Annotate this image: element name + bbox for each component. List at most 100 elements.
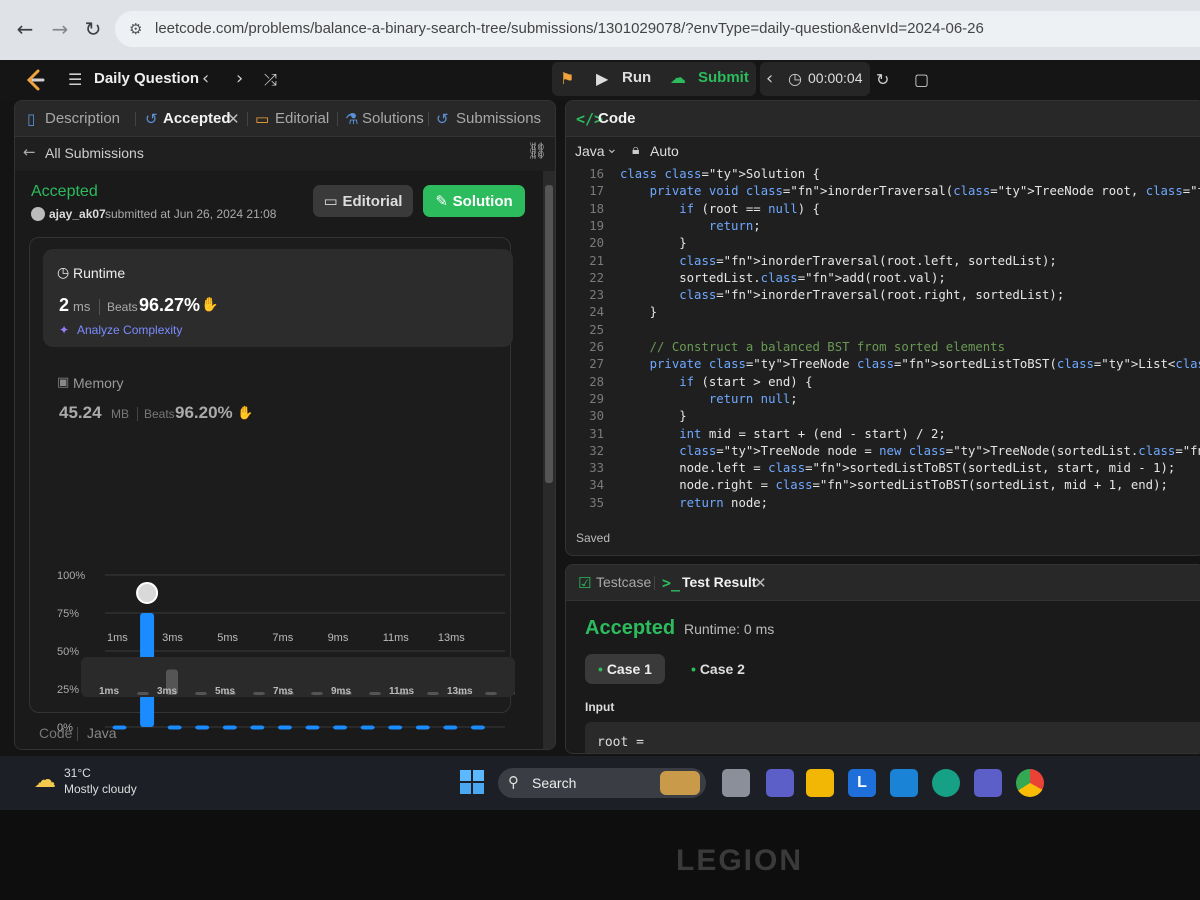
share-link-icon[interactable]: ⛓ (527, 141, 547, 160)
mail-icon[interactable] (890, 769, 918, 797)
minimap-tick-label: 13ms (447, 686, 473, 697)
list-icon[interactable]: ☰ (68, 70, 82, 89)
chart-bar[interactable] (277, 725, 292, 730)
language-select[interactable]: Java (575, 143, 605, 159)
leetcode-logo-icon[interactable] (24, 68, 46, 92)
scrollbar-thumb[interactable] (545, 185, 553, 483)
x-tick-label: 7ms (272, 632, 294, 644)
close-tab-icon[interactable]: ✕ (754, 574, 767, 592)
timer-display[interactable]: 00:00:04 (808, 70, 863, 86)
run-button[interactable]: Run (622, 69, 651, 86)
chart-bar[interactable] (333, 725, 348, 730)
line-number: 31 (589, 426, 604, 441)
back-arrow-icon[interactable]: ← (10, 14, 40, 44)
minimap-bar (137, 692, 149, 695)
task-view-icon[interactable] (722, 769, 750, 797)
forward-arrow-icon[interactable]: → (45, 14, 75, 44)
clock-icon: ◷ (57, 265, 70, 281)
y-tick-label: 25% (57, 684, 79, 696)
chart-bar[interactable] (388, 725, 403, 730)
weather-temp[interactable]: 31°C (64, 766, 91, 780)
minimap-bar (253, 692, 265, 695)
tab-testcase[interactable]: Testcase (596, 574, 651, 590)
edge-browser-icon[interactable] (932, 769, 960, 797)
clock-icon: ◷ (788, 69, 802, 88)
collapse-timer-icon[interactable]: ‹ (766, 68, 773, 89)
chart-bar[interactable] (443, 725, 458, 730)
case-2-tab[interactable]: • Case 2 (678, 654, 758, 684)
teams-chat-icon[interactable] (766, 769, 794, 797)
next-problem-icon[interactable]: › (236, 68, 243, 89)
y-tick-label: 50% (57, 646, 79, 658)
windows-start-icon[interactable] (460, 770, 484, 794)
shuffle-icon[interactable]: ⤮ (264, 70, 277, 90)
back-arrow-icon[interactable]: ← (23, 143, 36, 161)
line-text: // Construct a balanced BST from sorted … (620, 340, 1005, 354)
runtime-distribution-chart[interactable]: 100%75%50%25%0% (55, 561, 515, 731)
avatar[interactable] (31, 207, 45, 221)
chart-bar[interactable] (305, 725, 320, 730)
tab-code[interactable]: Code (598, 110, 636, 127)
user-position-marker[interactable] (136, 582, 159, 604)
file-explorer-icon[interactable] (806, 769, 834, 797)
tab-submissions[interactable]: Submissions (456, 110, 541, 127)
runtime-card[interactable]: ◷ Runtime 2 ms Beats 96.27% ✋ ✦ Analyze … (43, 249, 513, 347)
line-number: 27 (589, 357, 604, 372)
memory-beats-label: Beats (144, 407, 175, 421)
code-editor-panel: </> Code Java ⌄ 🔒︎ Auto 16 class class="t… (565, 100, 1200, 556)
lenovo-app-icon[interactable]: L (848, 769, 876, 797)
line-text: return; (708, 218, 761, 233)
case-2-label: Case 2 (699, 661, 745, 677)
site-info-icon[interactable]: ⚙ (129, 20, 142, 38)
scrollbar-track[interactable] (543, 171, 555, 749)
tab-accepted[interactable]: Accepted (163, 110, 231, 127)
description-icon: ▯ (27, 110, 36, 128)
taskbar-search[interactable]: ⚲ Search (498, 768, 706, 798)
minimap-tick-label: 7ms (273, 686, 293, 697)
prev-problem-icon[interactable]: ‹ (202, 68, 209, 89)
solution-button-label: Solution (452, 193, 513, 210)
problem-list-title[interactable]: Daily Question (94, 70, 199, 87)
chart-bar[interactable] (250, 725, 265, 730)
weather-desc[interactable]: Mostly cloudy (64, 782, 137, 796)
all-submissions-link[interactable]: All Submissions (45, 145, 144, 161)
tab-test-result[interactable]: Test Result (682, 574, 756, 590)
chart-bar[interactable] (222, 725, 237, 730)
sparkle-icon: ✦ (59, 323, 70, 337)
tab-solutions[interactable]: Solutions (362, 110, 424, 127)
teams-icon[interactable] (974, 769, 1002, 797)
analyze-complexity-link[interactable]: Analyze Complexity (77, 323, 182, 337)
chart-bar[interactable] (195, 725, 210, 730)
submit-button[interactable]: Submit (698, 69, 749, 86)
book-icon: ▭ (323, 192, 343, 210)
line-text: private class="ty">TreeNode class="fn">s… (649, 357, 1200, 372)
reload-icon[interactable]: ↻ (78, 14, 108, 44)
minimap-tick-label: 3ms (157, 686, 177, 697)
submitted-time: submitted at Jun 26, 2024 21:08 (105, 207, 277, 221)
chart-bar[interactable] (470, 725, 485, 730)
notes-icon[interactable]: ▢ (914, 70, 929, 89)
editorial-button[interactable]: ▭ Editorial (313, 185, 413, 217)
close-tab-icon[interactable]: ✕ (227, 110, 240, 128)
debug-icon[interactable]: ⚑ (560, 69, 574, 88)
address-bar[interactable]: ⚙ leetcode.com/problems/balance-a-binary… (115, 11, 1200, 47)
chart-minimap[interactable]: 1ms 3ms 5ms 7ms 9ms 11ms 13ms (81, 657, 515, 697)
input-box[interactable]: root = (585, 722, 1200, 753)
case-1-tab[interactable]: • Case 1 (585, 654, 665, 684)
browser-toolbar: ← → ↻ ⚙ leetcode.com/problems/balance-a-… (0, 0, 1200, 60)
chart-bar[interactable] (167, 725, 182, 730)
memory-card[interactable]: ▣ Memory 45.24 MB Beats 96.20% ✋ (43, 363, 513, 445)
solution-button[interactable]: ✎ Solution (423, 185, 525, 217)
chrome-icon[interactable] (1016, 769, 1044, 797)
line-text: class="ty">TreeNode node = new class="ty… (679, 443, 1200, 458)
weather-cloud-icon[interactable]: ☁ (34, 768, 56, 793)
chart-bar[interactable] (415, 725, 430, 730)
auto-mode-label[interactable]: Auto (650, 143, 679, 159)
memory-unit: MB (111, 407, 129, 421)
chevron-down-icon[interactable]: ⌄ (606, 141, 618, 157)
chart-bar[interactable] (360, 725, 375, 730)
tab-editorial[interactable]: Editorial (275, 110, 329, 127)
username[interactable]: ajay_ak07 (49, 207, 106, 221)
reset-timer-icon[interactable]: ↻ (876, 70, 889, 89)
tab-description[interactable]: Description (45, 110, 120, 127)
